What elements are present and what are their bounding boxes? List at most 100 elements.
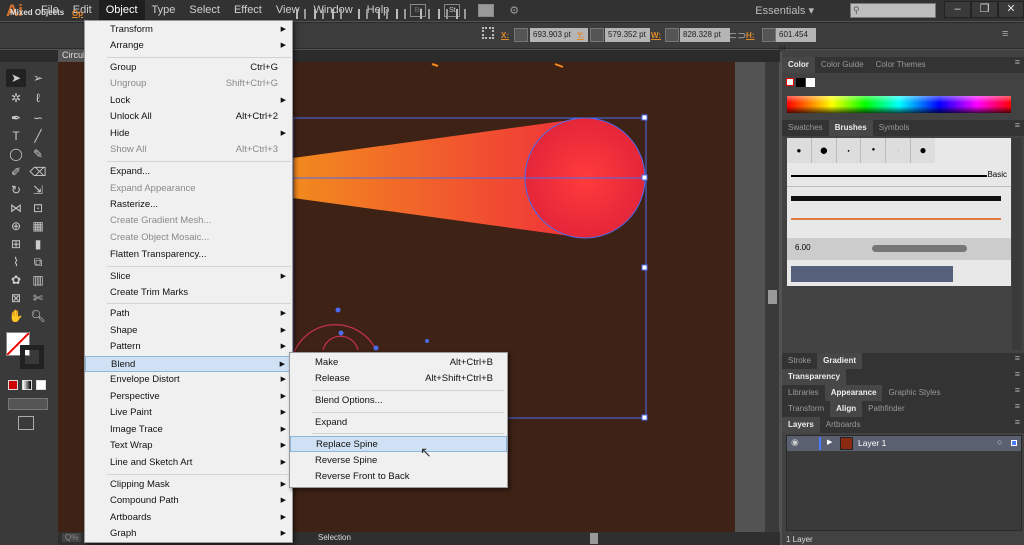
brush-basic[interactable]: Basic xyxy=(787,165,1011,187)
blend-item-release[interactable]: Release Alt+Shift+Ctrl+B xyxy=(290,371,507,387)
brush-dot-icon[interactable]: | xyxy=(886,138,912,163)
tab-brushes[interactable]: Brushes xyxy=(828,120,873,136)
brush-charcoal[interactable] xyxy=(791,196,1001,201)
h-field[interactable]: 601.454 pt xyxy=(776,28,816,53)
selection-indicator[interactable] xyxy=(1011,440,1017,446)
brush-dot-icon[interactable]: ● xyxy=(837,138,862,163)
menu-item-arrange[interactable]: Arrange ▶ xyxy=(85,38,292,54)
layer-name[interactable]: Layer 1 xyxy=(858,438,886,448)
tab-libraries[interactable]: Libraries xyxy=(782,385,825,401)
menu-item-rasterize[interactable]: Rasterize... xyxy=(85,197,292,213)
tab-color[interactable]: Color xyxy=(782,57,815,73)
expand-layer-icon[interactable]: ▶ xyxy=(827,438,832,446)
brush-bristle[interactable]: 6.00 xyxy=(787,238,1011,260)
menu-item-lock[interactable]: Lock ▶ xyxy=(85,93,292,109)
tab-appearance[interactable]: Appearance xyxy=(824,385,883,401)
panel-menu-icon[interactable]: ≡ xyxy=(1015,417,1020,427)
menu-item-group[interactable]: Group Ctrl+G xyxy=(85,60,292,76)
menu-item-show-all[interactable]: Show All Alt+Ctrl+3 xyxy=(85,142,292,158)
restore-button[interactable]: ❐ xyxy=(971,1,998,18)
menu-item-flatten-transparency[interactable]: Flatten Transparency... xyxy=(85,247,292,263)
status-tool-label[interactable]: Selection xyxy=(318,533,351,542)
search-input[interactable]: ⚲ xyxy=(850,3,936,18)
blend-item-blend-options[interactable]: Blend Options... xyxy=(290,393,507,409)
blend-item-reverse-spine[interactable]: Reverse Spine xyxy=(290,453,507,469)
menu-item-live-paint[interactable]: Live Paint ▶ xyxy=(85,405,292,421)
menu-item-ungroup[interactable]: Ungroup Shift+Ctrl+G xyxy=(85,76,292,92)
control-panel-menu-icon[interactable]: ≡ xyxy=(1002,28,1008,40)
color-spectrum[interactable] xyxy=(787,96,1011,113)
menu-item-image-trace[interactable]: Image Trace ▶ xyxy=(85,422,292,438)
blend-item-replace-spine[interactable]: Replace Spine xyxy=(290,436,507,452)
submenu-arrow-icon: ▶ xyxy=(280,442,286,449)
brush-dot-icon[interactable]: ● xyxy=(861,138,887,163)
zoom-level[interactable]: Q% xyxy=(62,533,82,542)
brush-dot-icon[interactable]: ● xyxy=(911,138,935,163)
brush-arrow[interactable] xyxy=(791,218,1001,220)
menu-item-create-object-mosaic[interactable]: Create Object Mosaic... xyxy=(85,230,292,246)
tab-layers[interactable]: Layers xyxy=(782,417,820,433)
menu-item-text-wrap[interactable]: Text Wrap ▶ xyxy=(85,438,292,454)
tab-symbols[interactable]: Symbols xyxy=(873,120,916,136)
panel-menu-icon[interactable]: ≡ xyxy=(1015,353,1020,363)
submenu-arrow-icon: ▶ xyxy=(280,459,286,466)
tab-color-guide[interactable]: Color Guide xyxy=(815,57,870,73)
brush-dot-icon[interactable]: ● xyxy=(787,138,812,163)
target-icon[interactable]: ○ xyxy=(997,437,1002,447)
menu-item-shape[interactable]: Shape ▶ xyxy=(85,323,292,339)
tab-gradient[interactable]: Gradient xyxy=(817,353,863,369)
tab-pathfinder[interactable]: Pathfinder xyxy=(862,401,910,417)
white-swatch[interactable] xyxy=(806,78,815,87)
minimize-button[interactable]: – xyxy=(944,1,971,18)
menu-item-slice[interactable]: Slice ▶ xyxy=(85,269,292,285)
tab-graphic-styles[interactable]: Graphic Styles xyxy=(882,385,946,401)
menu-item-label: Show All xyxy=(110,144,147,155)
brush-dot-icon[interactable]: ● xyxy=(812,138,837,163)
layer-row[interactable]: ◉ ▶ Layer 1 ○ xyxy=(787,436,1021,451)
panel-menu-icon[interactable]: ≡ xyxy=(1015,385,1020,395)
menu-item-graph[interactable]: Graph ▶ xyxy=(85,526,292,542)
menu-item-perspective[interactable]: Perspective ▶ xyxy=(85,389,292,405)
menu-item-unlock-all[interactable]: Unlock All Alt+Ctrl+2 xyxy=(85,109,292,125)
blend-item-reverse-front-to-back[interactable]: Reverse Front to Back xyxy=(290,469,507,485)
menu-item-envelope-distort[interactable]: Envelope Distort ▶ xyxy=(85,372,292,388)
menu-item-hide[interactable]: Hide ▶ xyxy=(85,126,292,142)
menu-item-artboards[interactable]: Artboards ▶ xyxy=(85,510,292,526)
tab-align[interactable]: Align xyxy=(830,401,863,417)
visibility-eye-icon[interactable]: ◉ xyxy=(791,437,799,448)
menu-item-blend[interactable]: Blend ▶ xyxy=(85,356,292,372)
panel-menu-icon[interactable]: ≡ xyxy=(1015,57,1020,67)
black-swatch[interactable] xyxy=(796,78,805,87)
tab-artboards[interactable]: Artboards xyxy=(820,417,867,433)
menu-item-compound-path[interactable]: Compound Path ▶ xyxy=(85,493,292,509)
tab-transparency[interactable]: Transparency xyxy=(782,369,847,385)
tab-stroke[interactable]: Stroke xyxy=(782,353,817,369)
brushes-scrollbar[interactable] xyxy=(1012,138,1022,350)
tab-swatches[interactable]: Swatches xyxy=(782,120,829,136)
panel-menu-icon[interactable]: ≡ xyxy=(1015,120,1020,130)
menu-item-label: Reverse Spine xyxy=(315,455,378,466)
submenu-arrow-icon: ▶ xyxy=(280,409,286,416)
blend-item-make[interactable]: Make Alt+Ctrl+B xyxy=(290,355,507,371)
menu-item-expand-appearance[interactable]: Expand Appearance xyxy=(85,181,292,197)
menu-item-line-and-sketch-art[interactable]: Line and Sketch Art ▶ xyxy=(85,455,292,471)
menu-item-transform[interactable]: Transform ▶ xyxy=(85,22,292,38)
vertical-scroll-thumb[interactable] xyxy=(768,290,777,304)
blend-item-expand[interactable]: Expand xyxy=(290,415,507,431)
menu-item-path[interactable]: Path ▶ xyxy=(85,306,292,322)
menu-item-pattern[interactable]: Pattern ▶ xyxy=(85,339,292,355)
menu-item-create-trim-marks[interactable]: Create Trim Marks xyxy=(85,285,292,301)
brush-pattern[interactable] xyxy=(791,266,953,282)
menu-item-clipping-mask[interactable]: Clipping Mask ▶ xyxy=(85,477,292,493)
tab-transform[interactable]: Transform xyxy=(782,401,830,417)
panel-menu-icon[interactable]: ≡ xyxy=(1015,369,1020,379)
tab-color-themes[interactable]: Color Themes xyxy=(870,57,932,73)
menu-item-create-gradient-mesh[interactable]: Create Gradient Mesh... xyxy=(85,213,292,229)
fill-none-swatch[interactable] xyxy=(786,78,794,86)
horizontal-scroll-thumb[interactable] xyxy=(590,533,598,544)
submenu-arrow-icon: ▶ xyxy=(280,530,286,537)
menu-item-expand[interactable]: Expand... xyxy=(85,164,292,180)
panel-menu-icon[interactable]: ≡ xyxy=(1015,401,1020,411)
close-button[interactable]: ✕ xyxy=(998,1,1024,18)
brush-library: ● ● ● ● | ● Basic 6.00 xyxy=(787,138,1011,286)
